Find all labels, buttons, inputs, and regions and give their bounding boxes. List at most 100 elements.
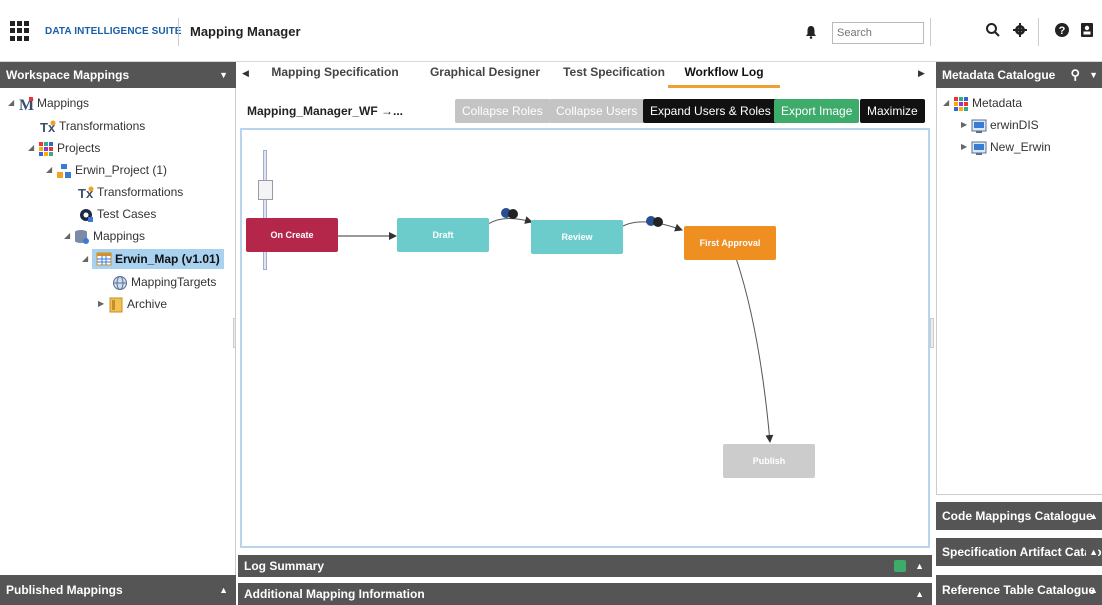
workspace-mappings-header[interactable]: Workspace Mappings ▼ — [0, 62, 236, 88]
tree-item-erwin-project[interactable]: ◢ Erwin_Project (1) — [46, 160, 167, 180]
bell-icon[interactable] — [805, 25, 817, 42]
tree-item-erwindis[interactable]: ▶ erwinDIS — [961, 115, 1039, 135]
tab-label: Workflow Log — [684, 65, 764, 79]
user-avatar-icon[interactable] — [500, 206, 518, 220]
tree-item-mappings-root[interactable]: ◢ M Mappings — [8, 93, 90, 114]
selected-map-item[interactable]: Erwin_Map (v1.01) — [92, 249, 224, 269]
chevron-up-icon[interactable]: ▲ — [1089, 575, 1098, 605]
tab-label: Graphical Designer — [429, 65, 541, 79]
tab-mapping-specification[interactable]: Mapping Specification — [270, 62, 400, 88]
node-review[interactable]: Review — [531, 220, 623, 254]
server-icon — [971, 140, 987, 155]
collapse-users-button[interactable]: Collapse Users — [549, 99, 645, 123]
tree-label: MappingTargets — [131, 275, 217, 289]
workspace-tree-panel: ◢ M Mappings Tx Transformations ◢ Projec… — [0, 88, 236, 575]
metadata-tree-panel: ◢ Metadata ▶ erwinDIS ▶ New_Erwin — [936, 88, 1102, 495]
help-icon[interactable]: ? — [1053, 22, 1071, 42]
transformations-icon: Tx — [40, 119, 56, 135]
workflow-canvas[interactable]: On Create Draft Review First Approval Pu… — [240, 128, 930, 548]
tab-workflow-log[interactable]: Workflow Log — [668, 62, 780, 88]
table-icon — [96, 252, 112, 266]
search-icon[interactable] — [984, 22, 1002, 42]
expand-icon[interactable]: ▶ — [961, 137, 971, 157]
collapse-roles-button[interactable]: Collapse Roles — [455, 99, 550, 123]
chevron-up-icon[interactable]: ▲ — [915, 555, 924, 577]
tree-label: Metadata — [972, 96, 1023, 110]
node-first-approval[interactable]: First Approval — [684, 226, 776, 260]
metadata-icon — [953, 96, 969, 111]
tree-item-test-cases[interactable]: Test Cases — [78, 204, 156, 224]
app-grid-icon[interactable] — [10, 21, 30, 41]
splitter-handle[interactable] — [233, 318, 236, 348]
tree-label: erwinDIS — [990, 118, 1039, 132]
chevron-up-icon[interactable]: ▲ — [1089, 502, 1098, 530]
projects-icon — [38, 141, 54, 156]
search-input[interactable] — [832, 22, 924, 44]
tree-item-transformations[interactable]: Tx Transformations — [40, 116, 145, 136]
splitter-handle[interactable] — [930, 318, 934, 348]
log-summary-bar[interactable]: Log Summary ▲ — [238, 555, 932, 577]
edge-approval-publish — [735, 257, 774, 443]
tree-item-new-erwin[interactable]: ▶ New_Erwin — [961, 137, 1051, 157]
tab-scroll-left-icon[interactable]: ◀ — [242, 68, 249, 79]
globe-icon — [112, 275, 128, 290]
panel-title: Code Mappings Catalogue — [942, 509, 1093, 523]
tab-label: Test Specification — [563, 65, 665, 79]
additional-info-bar[interactable]: Additional Mapping Information ▲ — [238, 583, 932, 605]
workflow-name: Mapping_Manager_WF →... — [247, 104, 404, 118]
user-profile-icon[interactable] — [1078, 22, 1096, 42]
node-on-create[interactable]: On Create — [246, 218, 338, 252]
collapse-icon[interactable]: ◢ — [82, 249, 92, 269]
tree-label: Mappings — [93, 229, 146, 243]
collapse-icon[interactable]: ◢ — [64, 226, 74, 246]
tree-item-metadata[interactable]: ◢ Metadata — [943, 93, 1022, 113]
chevron-up-icon[interactable]: ▲ — [1086, 538, 1098, 566]
tree-item-erwin-map[interactable]: ◢ Erwin_Map (v1.01) — [82, 249, 224, 269]
specification-artifact-catalogue-header[interactable]: Specification Artifact Catalo ▲ — [936, 538, 1102, 566]
gear-icon[interactable] — [1011, 22, 1029, 42]
collapse-icon[interactable]: ◢ — [943, 93, 953, 113]
tree-label: Erwin_Map (v1.01) — [115, 252, 220, 266]
chevron-down-icon[interactable]: ▼ — [1089, 62, 1098, 88]
expand-users-roles-button[interactable]: Expand Users & Roles — [643, 99, 778, 123]
tree-item-project-mappings[interactable]: ◢ Mappings — [64, 226, 145, 246]
bar-title: Additional Mapping Information — [244, 587, 425, 601]
divider — [178, 18, 179, 46]
brand-name: DATA INTELLIGENCE SUITE — [45, 26, 182, 37]
tree-item-archive[interactable]: ▶ Archive — [98, 294, 167, 314]
collapse-icon[interactable]: ◢ — [8, 93, 18, 113]
code-mappings-catalogue-header[interactable]: Code Mappings Catalogue ▲ — [936, 502, 1102, 530]
node-draft[interactable]: Draft — [397, 218, 489, 252]
chevron-up-icon[interactable]: ▲ — [915, 583, 924, 605]
chevron-down-icon[interactable]: ▼ — [219, 62, 228, 88]
server-icon — [971, 118, 987, 133]
app-title: Mapping Manager — [190, 24, 301, 39]
tab-test-specification[interactable]: Test Specification — [558, 62, 670, 88]
collapse-icon[interactable]: ◢ — [46, 160, 56, 180]
tree-item-project-transformations[interactable]: Tx Transformations — [78, 182, 183, 202]
project-icon — [56, 163, 72, 178]
expand-icon[interactable]: ▶ — [961, 115, 971, 135]
maximize-button[interactable]: Maximize — [860, 99, 925, 123]
tree-label: Mappings — [37, 96, 90, 110]
search-icon[interactable]: ⚲ — [1070, 62, 1080, 88]
metadata-catalogue-header[interactable]: Metadata Catalogue ⚲ ▼ — [936, 62, 1102, 88]
collapse-icon[interactable]: ◢ — [28, 138, 38, 158]
tree-label: Test Cases — [97, 207, 157, 221]
mappings-db-icon — [74, 229, 90, 244]
svg-text:?: ? — [1059, 25, 1066, 37]
node-publish[interactable]: Publish — [723, 444, 815, 478]
chevron-up-icon[interactable]: ▲ — [219, 575, 228, 605]
tab-scroll-right-icon[interactable]: ▶ — [918, 68, 925, 79]
expand-icon[interactable]: ▶ — [98, 294, 108, 314]
tree-item-mapping-targets[interactable]: MappingTargets — [112, 272, 216, 292]
export-image-button[interactable]: Export Image — [774, 99, 860, 123]
tree-item-projects[interactable]: ◢ Projects — [28, 138, 100, 158]
user-avatar-icon[interactable] — [645, 214, 663, 228]
divider — [930, 18, 931, 46]
reference-table-catalogue-header[interactable]: Reference Table Catalogue ▲ — [936, 575, 1102, 605]
tab-graphical-designer[interactable]: Graphical Designer — [426, 62, 544, 88]
excel-export-icon[interactable] — [894, 560, 906, 572]
published-mappings-header[interactable]: Published Mappings ▲ — [0, 575, 236, 605]
panel-title: Specification Artifact Catalo — [942, 545, 1102, 559]
